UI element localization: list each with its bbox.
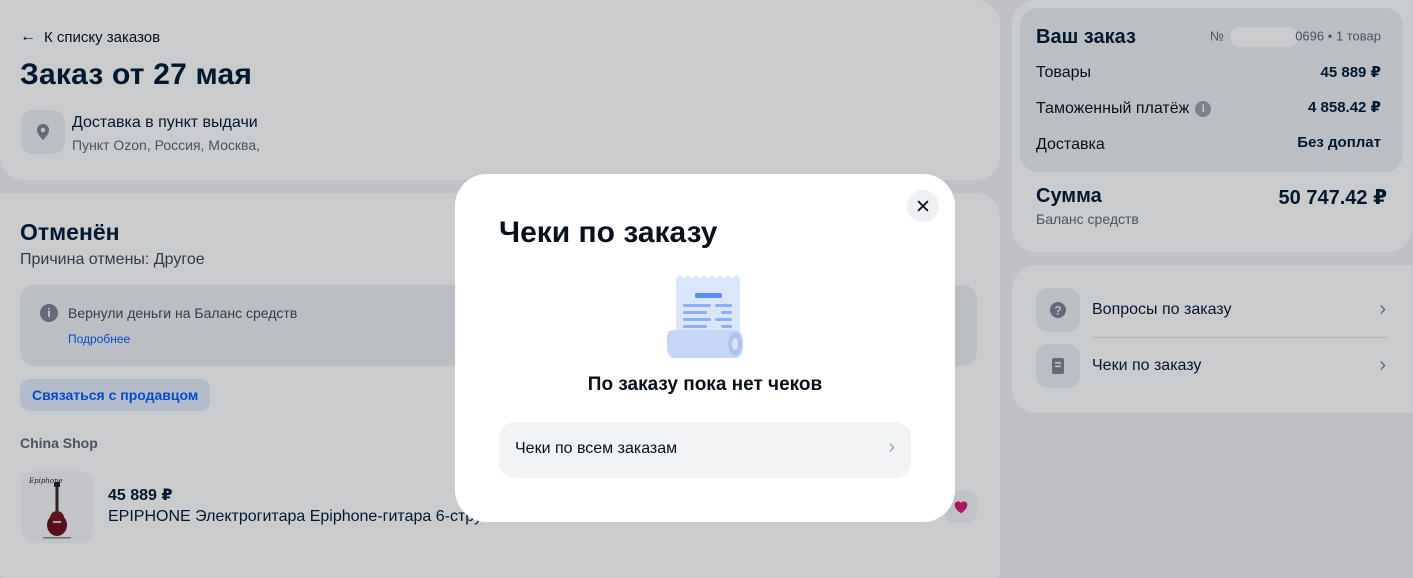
all-receipts-label: Чеки по всем заказам — [515, 440, 678, 457]
close-icon — [917, 200, 929, 212]
modal-title: Чеки по заказу — [499, 216, 718, 249]
receipts-modal: Чеки по заказу По заказу пока нет чеков … — [455, 174, 955, 522]
close-button[interactable] — [907, 190, 939, 222]
chevron-right-icon: › — [888, 436, 895, 458]
all-receipts-button[interactable]: Чеки по всем заказам › — [499, 422, 911, 478]
empty-state-text: По заказу пока нет чеков — [587, 374, 823, 395]
receipt-illustration-icon — [665, 274, 745, 362]
